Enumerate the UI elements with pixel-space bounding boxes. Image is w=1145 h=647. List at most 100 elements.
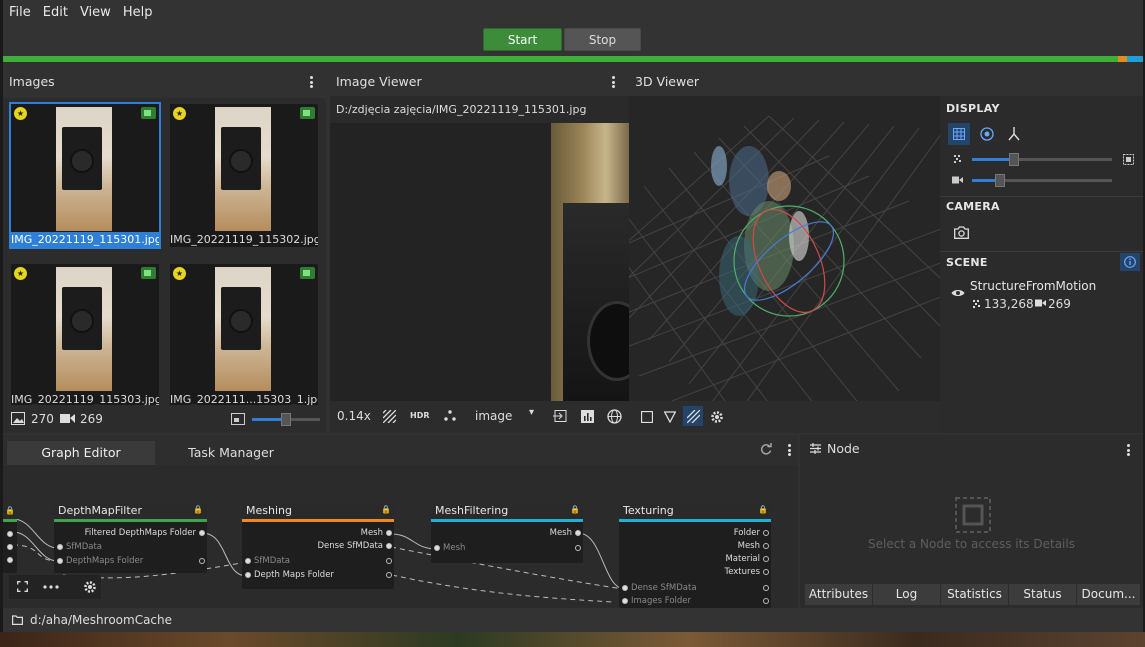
axis-gizmo-icon[interactable] — [1008, 127, 1020, 141]
output-port[interactable] — [199, 530, 205, 536]
points-size-slider[interactable] — [972, 153, 1112, 166]
slider-handle[interactable] — [1009, 153, 1019, 166]
output-port[interactable] — [575, 545, 581, 551]
gear-icon[interactable] — [83, 580, 97, 594]
node-input: Depth Maps Folder — [254, 570, 334, 580]
viewer3d-canvas[interactable] — [629, 96, 940, 433]
display-mode-select[interactable]: image — [475, 409, 512, 423]
lock-icon: 🔒 — [570, 505, 580, 514]
tab-status[interactable]: Status — [1009, 584, 1076, 605]
viewed-image[interactable] — [551, 123, 647, 403]
frustum-icon[interactable] — [664, 411, 676, 423]
thumbnail[interactable]: ★ IMG_20221119_115302.jpg — [170, 104, 318, 247]
thumbnail-size-slider[interactable] — [252, 413, 320, 426]
bounding-box-icon[interactable] — [641, 411, 653, 423]
chevron-down-icon[interactable]: ▾ — [529, 407, 534, 418]
lock-icon: 🔒 — [3, 503, 17, 519]
camera-scale-slider[interactable] — [972, 174, 1112, 187]
fixed-size-icon[interactable] — [1123, 154, 1134, 165]
input-port[interactable] — [57, 544, 63, 550]
fit-view-icon[interactable] — [17, 581, 28, 592]
output-port[interactable] — [763, 585, 769, 591]
thumbnail[interactable]: ★ IMG_20221119_115303.jpg — [11, 264, 159, 406]
images-menu-icon[interactable] — [310, 76, 314, 88]
image-viewer-footer: 0.14x HDR image ▾ — [330, 401, 629, 433]
target-icon[interactable] — [980, 127, 994, 141]
reconstruction-scene[interactable] — [629, 96, 940, 433]
input-port[interactable] — [245, 572, 251, 578]
tab-statistics[interactable]: Statistics — [941, 584, 1008, 605]
tab-attributes[interactable]: Attributes — [805, 584, 872, 605]
scene-item-name[interactable]: StructureFromMotion — [970, 279, 1096, 293]
input-port[interactable] — [245, 558, 251, 564]
node-output: Filtered DepthMaps Folder — [84, 528, 196, 538]
slider-handle[interactable] — [281, 413, 291, 426]
tab-graph-editor[interactable]: Graph Editor — [7, 441, 155, 465]
progress-segment-running — [1118, 56, 1127, 62]
output-port[interactable] — [199, 558, 205, 564]
menu-bar: File Edit View Help — [3, 0, 1143, 26]
tab-documentation[interactable]: Docum... — [1077, 584, 1140, 605]
grid-toggle[interactable] — [683, 406, 703, 426]
globe-icon[interactable] — [607, 409, 622, 424]
graph-canvas[interactable]: 🔒 DepthMapFilter 🔒 Filtered DepthMaps Fo… — [3, 465, 798, 608]
grid-icon — [953, 128, 965, 140]
menu-help[interactable]: Help — [117, 0, 159, 26]
node-title: Meshing — [242, 503, 394, 519]
start-button[interactable]: Start — [483, 28, 562, 51]
output-port[interactable] — [386, 530, 392, 536]
grid-toggle-icon[interactable] — [383, 410, 396, 423]
menu-file[interactable]: File — [3, 0, 37, 26]
grid-icon — [687, 410, 700, 423]
graph-node-texturing[interactable]: Texturing 🔒 Folder Mesh Material Texture… — [619, 503, 771, 608]
progress-fill — [3, 56, 1118, 62]
output-port[interactable] — [763, 556, 769, 562]
output-port[interactable] — [386, 572, 392, 578]
graph-editor-panel: Graph Editor Task Manager 🔒 DepthMapFilt… — [3, 435, 798, 608]
sfm-view-icon[interactable] — [553, 410, 567, 422]
camera-count: 269 — [80, 412, 103, 426]
output-port[interactable] — [386, 543, 392, 549]
graph-node-partial[interactable]: 🔒 — [3, 503, 17, 573]
histogram-icon[interactable] — [581, 410, 594, 423]
grid-view-toggle[interactable] — [948, 123, 970, 145]
slider-handle[interactable] — [995, 174, 1005, 187]
scene-section-title: SCENE — [946, 256, 988, 269]
visibility-eye-icon[interactable] — [951, 288, 965, 298]
tab-log[interactable]: Log — [873, 584, 940, 605]
intrinsics-estimated-icon: ★ — [173, 267, 186, 280]
graph-menu-icon[interactable] — [788, 444, 792, 456]
output-port[interactable] — [763, 569, 769, 575]
more-icon[interactable] — [43, 585, 59, 589]
hdr-toggle[interactable]: HDR — [410, 411, 430, 420]
refresh-icon[interactable] — [760, 443, 772, 455]
photo-camera-icon[interactable] — [954, 226, 969, 239]
menu-view[interactable]: View — [74, 0, 117, 26]
cache-path[interactable]: d:/aha/MeshroomCache — [30, 608, 172, 632]
output-port[interactable] — [763, 543, 769, 549]
stop-button[interactable]: Stop — [564, 28, 641, 51]
features-icon[interactable] — [444, 410, 456, 422]
gear-icon[interactable] — [710, 410, 724, 424]
thumbnail[interactable]: ★ IMG_2022111...15303_1.jpg — [170, 264, 318, 406]
menu-edit[interactable]: Edit — [37, 0, 74, 26]
input-port[interactable] — [622, 585, 628, 591]
graph-node-meshfiltering[interactable]: MeshFiltering 🔒 Mesh Mesh — [431, 503, 583, 563]
image-viewer[interactable]: D:/zdjęcia zajęcia/IMG_20221119_115301.j… — [330, 96, 647, 433]
graph-node-meshing[interactable]: Meshing 🔒 Mesh Dense SfMData SfMData Dep… — [242, 503, 394, 589]
graph-node-depthmapfilter[interactable]: DepthMapFilter 🔒 Filtered DepthMaps Fold… — [54, 503, 207, 573]
output-port[interactable] — [575, 530, 581, 536]
node-title: MeshFiltering — [431, 503, 583, 519]
thumbnail[interactable]: ★ IMG_20221119_115301.jpg — [9, 102, 161, 249]
tab-task-manager[interactable]: Task Manager — [156, 441, 306, 465]
image-viewer-menu-icon[interactable] — [612, 76, 616, 88]
input-port[interactable] — [57, 558, 63, 564]
output-port[interactable] — [763, 598, 769, 604]
output-port[interactable] — [763, 530, 769, 536]
camera-reconstructed-icon — [300, 267, 315, 279]
input-port[interactable] — [434, 545, 440, 551]
input-port[interactable] — [622, 598, 628, 604]
output-port[interactable] — [386, 558, 392, 564]
info-button[interactable] — [1120, 253, 1140, 271]
node-menu-icon[interactable] — [1127, 444, 1131, 456]
